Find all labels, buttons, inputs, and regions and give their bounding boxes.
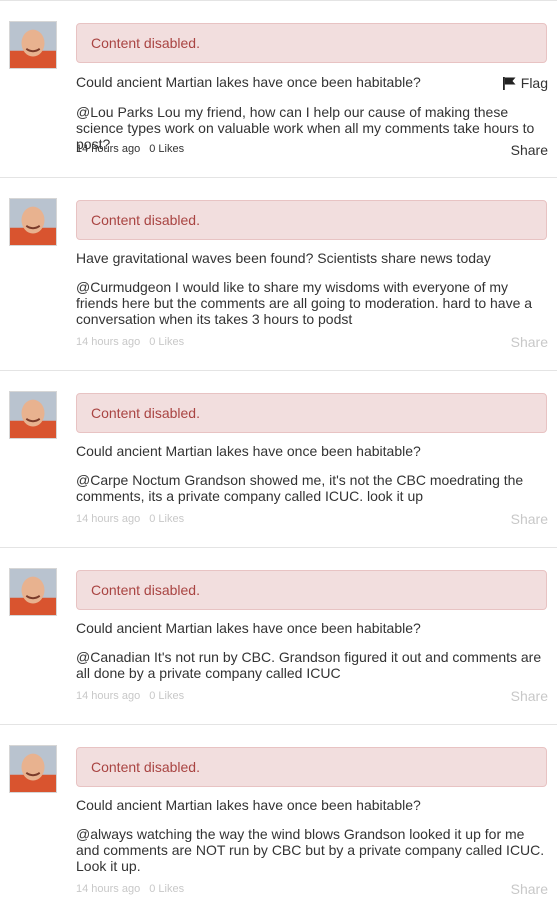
comment-meta: 14 hours ago 0 Likes xyxy=(76,689,184,703)
timestamp[interactable]: 14 hours ago xyxy=(76,883,140,895)
content-disabled-notice: Content disabled. xyxy=(76,747,547,787)
comment-meta: 14 hours ago 0 Likes xyxy=(76,142,184,156)
timestamp[interactable]: 14 hours ago xyxy=(76,336,140,348)
content-disabled-notice: Content disabled. xyxy=(76,23,547,63)
article-title[interactable]: Could ancient Martian lakes have once be… xyxy=(76,73,421,91)
comment-item: Content disabled. Could ancient Martian … xyxy=(0,548,557,725)
content-disabled-notice: Content disabled. xyxy=(76,570,547,610)
comment-body: @Carpe Noctum Grandson showed me, it's n… xyxy=(76,472,524,504)
likes-count[interactable]: 0 Likes xyxy=(149,143,184,155)
timestamp[interactable]: 14 hours ago xyxy=(76,513,140,525)
article-title[interactable]: Could ancient Martian lakes have once be… xyxy=(76,619,421,637)
content-disabled-notice: Content disabled. xyxy=(76,393,547,433)
comment-item: Content disabled. Could ancient Martian … xyxy=(0,1,557,178)
share-button[interactable]: Share xyxy=(511,881,548,897)
timestamp[interactable]: 14 hours ago xyxy=(76,690,140,702)
avatar[interactable] xyxy=(9,391,57,439)
comment-body: @Curmudgeon I would like to share my wis… xyxy=(76,279,533,327)
comment-meta: 14 hours ago 0 Likes xyxy=(76,512,184,526)
flag-icon xyxy=(502,76,516,90)
article-title[interactable]: Have gravitational waves been found? Sci… xyxy=(76,249,491,267)
avatar[interactable] xyxy=(9,198,57,246)
flag-label: Flag xyxy=(520,75,548,91)
likes-count[interactable]: 0 Likes xyxy=(149,883,184,895)
share-button[interactable]: Share xyxy=(511,142,548,158)
comment-item: Content disabled. Have gravitational wav… xyxy=(0,178,557,371)
timestamp[interactable]: 14 hours ago xyxy=(76,143,140,155)
comment-meta: 14 hours ago 0 Likes xyxy=(76,335,184,349)
likes-count[interactable]: 0 Likes xyxy=(149,513,184,525)
content-disabled-notice: Content disabled. xyxy=(76,200,547,240)
avatar[interactable] xyxy=(9,745,57,793)
likes-count[interactable]: 0 Likes xyxy=(149,690,184,702)
avatar[interactable] xyxy=(9,21,57,69)
share-button[interactable]: Share xyxy=(511,688,548,704)
share-button[interactable]: Share xyxy=(511,511,548,527)
comment-feed: Content disabled. Could ancient Martian … xyxy=(0,0,557,915)
comment-item: Content disabled. Could ancient Martian … xyxy=(0,725,557,915)
comment-body: @always watching the way the wind blows … xyxy=(76,826,545,874)
comment-body: @Canadian It's not run by CBC. Grandson … xyxy=(76,649,542,681)
share-button[interactable]: Share xyxy=(511,334,548,350)
comment-item: Content disabled. Could ancient Martian … xyxy=(0,371,557,548)
article-title[interactable]: Could ancient Martian lakes have once be… xyxy=(76,442,421,460)
likes-count[interactable]: 0 Likes xyxy=(149,336,184,348)
article-title[interactable]: Could ancient Martian lakes have once be… xyxy=(76,796,421,814)
avatar[interactable] xyxy=(9,568,57,616)
flag-button[interactable]: Flag xyxy=(502,74,548,92)
comment-meta: 14 hours ago 0 Likes xyxy=(76,882,184,896)
